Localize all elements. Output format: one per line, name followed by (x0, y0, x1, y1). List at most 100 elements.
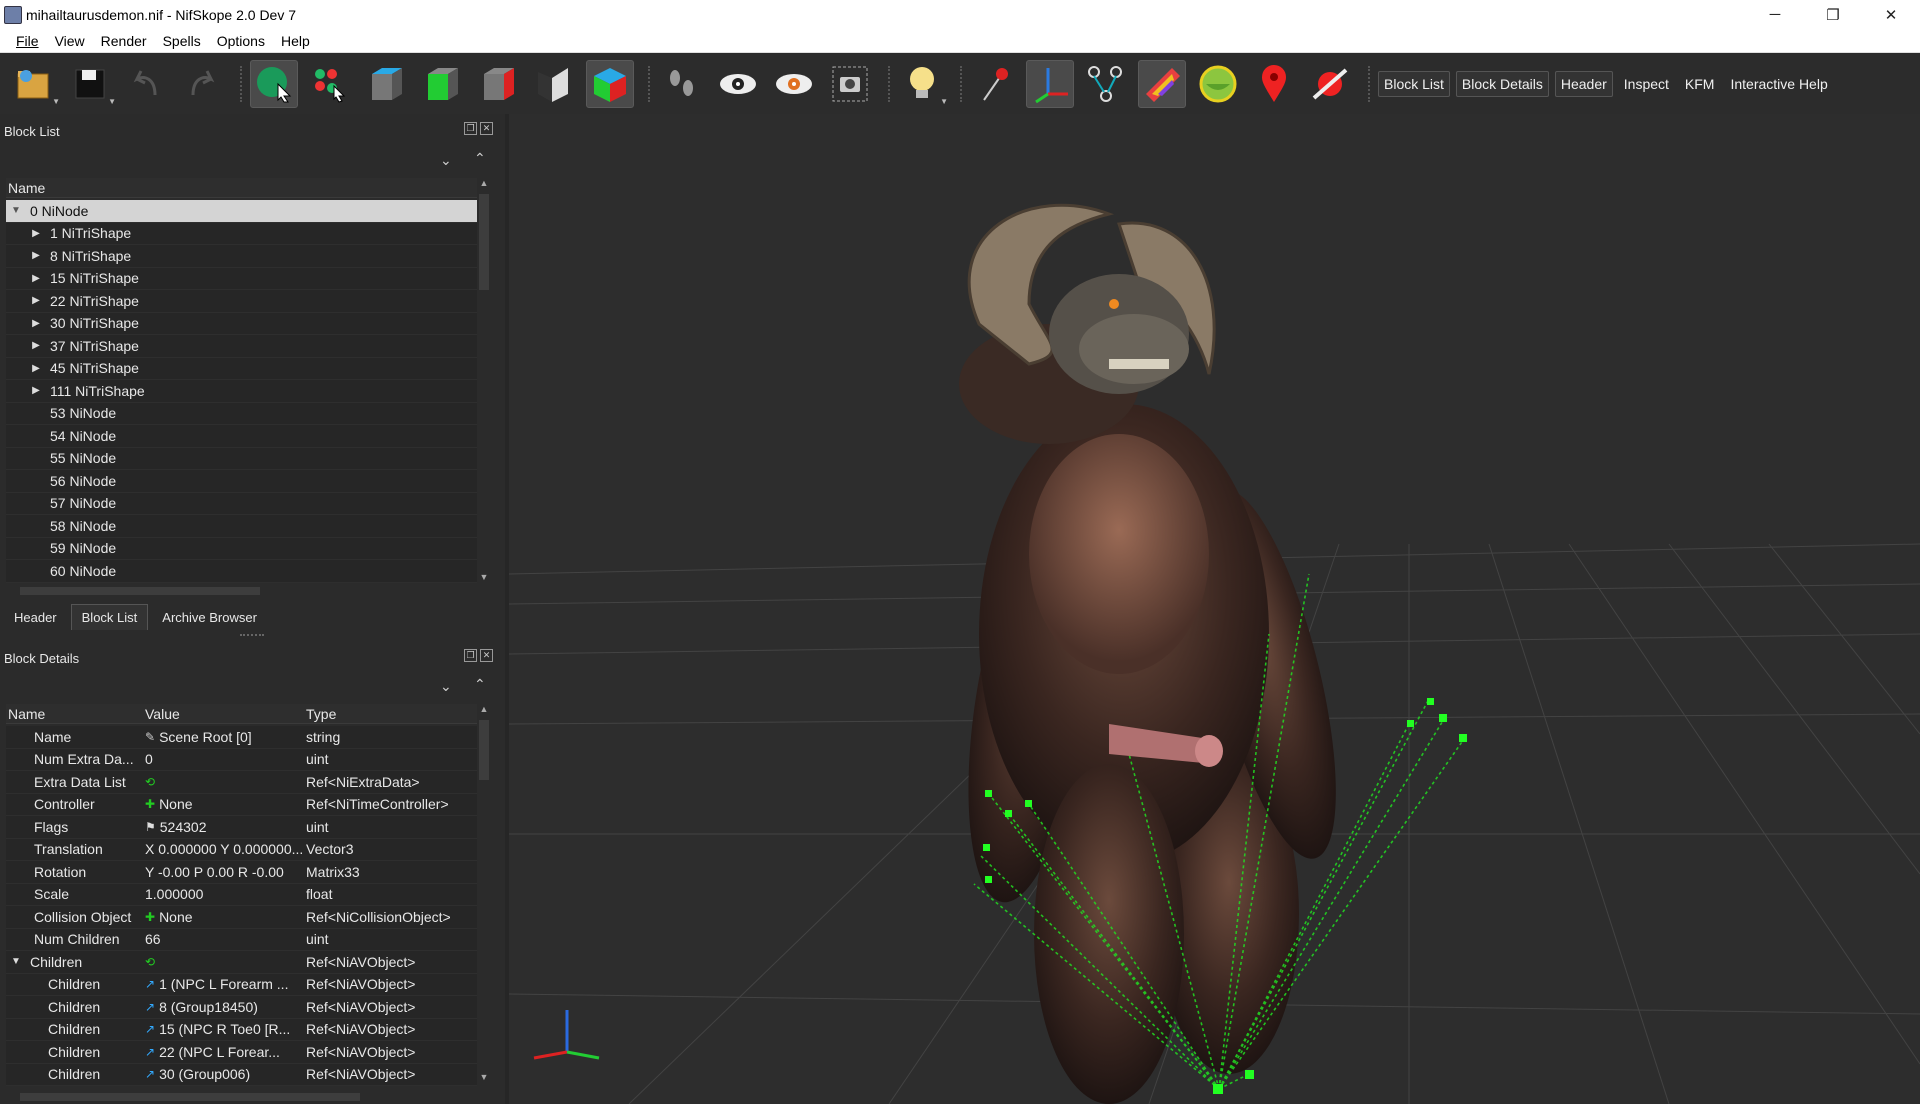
redo-button[interactable] (178, 60, 226, 108)
details-value-cell[interactable]: ⚑ 524302 (145, 819, 306, 835)
details-row[interactable]: Children ↗ 8 (Group18450) Ref<NiAVObject> (6, 996, 477, 1019)
visibility-button[interactable] (714, 60, 762, 108)
expand-arrow-icon[interactable]: ▶ (30, 318, 42, 329)
footprints-button[interactable] (658, 60, 706, 108)
column-type-header[interactable]: Type (306, 706, 477, 722)
close-button[interactable]: ✕ (1862, 0, 1920, 29)
view-side-button[interactable] (474, 60, 522, 108)
details-row[interactable]: Num Children 66 uint (6, 928, 477, 951)
menu-view[interactable]: View (47, 33, 93, 49)
details-row[interactable]: Extra Data List ⟲ Ref<NiExtraData> (6, 771, 477, 794)
expand-arrow-icon[interactable]: ▶ (30, 363, 42, 374)
view-top-button[interactable] (362, 60, 410, 108)
link-icon[interactable]: ↗ (145, 1045, 155, 1059)
details-row[interactable]: Children ↗ 30 (Group006) Ref<NiAVObject> (6, 1063, 477, 1086)
details-row[interactable]: Name ✎ Scene Root [0] string (6, 726, 477, 749)
float-icon[interactable]: ❐ (464, 649, 477, 662)
details-value-cell[interactable]: X 0.000000 Y 0.000000... (145, 841, 306, 857)
menu-file[interactable]: File (8, 33, 47, 49)
save-button[interactable]: ▼ (66, 60, 116, 108)
select-vertex-button[interactable] (306, 60, 354, 108)
expand-arrow-icon[interactable]: ▶ (30, 295, 42, 306)
tree-row[interactable]: ▶ 111 NiTriShape (6, 380, 477, 403)
expand-arrow-icon[interactable]: ▶ (30, 385, 42, 396)
collapse-all-icon[interactable]: ⌄ (440, 152, 452, 169)
scroll-down-icon[interactable]: ▼ (477, 1072, 491, 1082)
expand-all-icon[interactable]: ⌃ (474, 676, 486, 693)
tree-row[interactable]: 55 NiNode (6, 447, 477, 470)
hidden-visibility-button[interactable] (770, 60, 818, 108)
lighting-button[interactable] (1194, 60, 1242, 108)
menu-help[interactable]: Help (273, 33, 318, 49)
block-details-vscroll[interactable]: ▲ ▼ (477, 704, 491, 1082)
details-value-cell[interactable]: Y -0.00 P 0.00 R -0.00 (145, 864, 306, 880)
link-icon[interactable]: ↗ (145, 977, 155, 991)
tree-row[interactable]: 56 NiNode (6, 470, 477, 493)
details-value-cell[interactable]: 1.000000 (145, 886, 306, 902)
link-icon[interactable]: ↗ (145, 1022, 155, 1036)
column-name-header[interactable]: Name (6, 180, 45, 196)
details-value-cell[interactable]: 0 (145, 751, 306, 767)
tree-row[interactable]: 53 NiNode (6, 402, 477, 425)
details-row[interactable]: Controller ✚ None Ref<NiTimeController> (6, 793, 477, 816)
details-row[interactable]: Children ↗ 22 (NPC L Forear... Ref<NiAVObje… (6, 1041, 477, 1064)
menu-render[interactable]: Render (93, 33, 155, 49)
view-front-button[interactable] (418, 60, 466, 108)
collapse-all-icon[interactable]: ⌄ (440, 678, 452, 695)
block-list-hscroll[interactable] (6, 584, 477, 598)
add-icon[interactable]: ✚ (145, 910, 155, 924)
toggle-header[interactable]: Header (1554, 71, 1613, 97)
menu-options[interactable]: Options (209, 33, 273, 49)
scroll-thumb[interactable] (479, 720, 489, 780)
details-value-cell[interactable]: ⟲ (145, 955, 306, 969)
details-value-cell[interactable]: ✚ None (145, 796, 306, 812)
details-row[interactable]: Children ↗ 15 (NPC R Toe0 [R... Ref<NiAVObj… (6, 1018, 477, 1041)
tree-row[interactable]: ▶ 1 NiTriShape (6, 222, 477, 245)
tree-row[interactable]: ▶ 8 NiTriShape (6, 245, 477, 268)
scroll-thumb[interactable] (20, 587, 260, 595)
details-value-cell[interactable]: ↗ 30 (Group006) (145, 1066, 306, 1082)
scroll-thumb[interactable] (479, 194, 489, 290)
tree-row[interactable]: ▼ 0 NiNode (6, 200, 477, 223)
details-value-cell[interactable]: ✎ Scene Root [0] (145, 729, 306, 745)
select-object-button[interactable] (250, 60, 298, 108)
undo-button[interactable] (122, 60, 170, 108)
open-button[interactable]: ▼ (10, 60, 60, 108)
text-icon[interactable]: ✎ (145, 730, 155, 744)
toggle-block-list[interactable]: Block List (1378, 71, 1450, 97)
tree-row[interactable]: ▶ 30 NiTriShape (6, 312, 477, 335)
toggle-block-details[interactable]: Block Details (1455, 71, 1549, 97)
details-row[interactable]: Flags ⚑ 524302 uint (6, 816, 477, 839)
details-value-cell[interactable]: ⟲ (145, 775, 306, 789)
details-row[interactable]: Rotation Y -0.00 P 0.00 R -0.00 Matrix33 (6, 861, 477, 884)
expand-all-icon[interactable]: ⌃ (474, 150, 486, 167)
block-details-hscroll[interactable] (6, 1090, 477, 1104)
marker-button[interactable] (1250, 60, 1298, 108)
scroll-up-icon[interactable]: ▲ (477, 704, 491, 714)
toggle-inspect[interactable]: Inspect (1619, 72, 1674, 96)
close-icon[interactable]: ✕ (480, 122, 493, 135)
link-group-icon[interactable]: ⟲ (145, 775, 155, 789)
expand-arrow-icon[interactable]: ▶ (30, 250, 42, 261)
details-value-cell[interactable]: ↗ 22 (NPC L Forear... (145, 1044, 306, 1060)
minimize-button[interactable]: ─ (1746, 0, 1804, 29)
details-value-cell[interactable]: ↗ 8 (Group18450) (145, 999, 306, 1015)
tree-row[interactable]: 54 NiNode (6, 425, 477, 448)
pin-button[interactable] (970, 60, 1018, 108)
scroll-down-icon[interactable]: ▼ (477, 572, 491, 582)
details-row[interactable]: Scale 1.000000 float (6, 883, 477, 906)
render-viewport[interactable] (509, 114, 1920, 1104)
close-icon[interactable]: ✕ (480, 649, 493, 662)
screenshot-button[interactable] (826, 60, 874, 108)
tab-archive-browser[interactable]: Archive Browser (152, 605, 267, 630)
details-value-cell[interactable]: ✚ None (145, 909, 306, 925)
flag-icon[interactable]: ⚑ (145, 820, 156, 834)
collapse-arrow-icon[interactable]: ▼ (10, 205, 22, 216)
expand-arrow-icon[interactable]: ▶ (30, 340, 42, 351)
details-row[interactable]: Collision Object ✚ None Ref<NiCollisionObje… (6, 906, 477, 929)
details-row[interactable]: Translation X 0.000000 Y 0.000000... Vecto… (6, 838, 477, 861)
add-icon[interactable]: ✚ (145, 797, 155, 811)
tree-row[interactable]: ▶ 37 NiTriShape (6, 335, 477, 358)
block-list-header[interactable]: Name (6, 178, 477, 198)
toggle-kfm[interactable]: KFM (1680, 72, 1720, 96)
